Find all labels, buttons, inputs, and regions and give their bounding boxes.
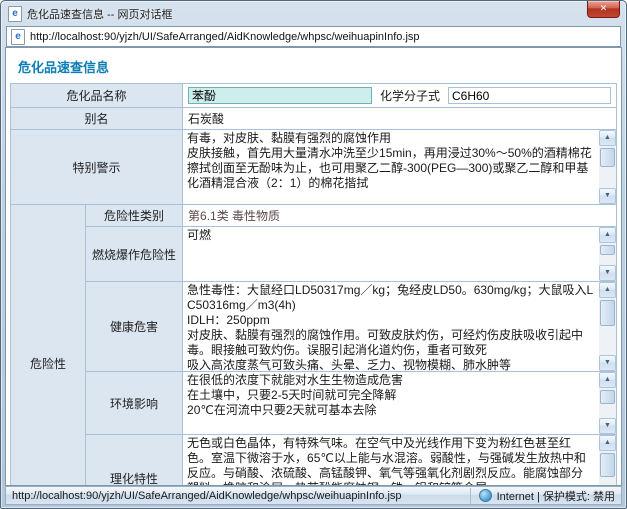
hazard-class-label: 危险性类别 bbox=[86, 205, 183, 227]
address-bar: e http://localhost:90/yjzh/UI/SafeArrang… bbox=[1, 24, 626, 49]
table-row: 特别警示 有毒，对皮肤、黏膜有强烈的腐蚀作用 皮肤接触，首先用大量清水冲洗至少1… bbox=[11, 130, 617, 205]
scroll-up-icon[interactable]: ▲ bbox=[599, 282, 616, 298]
scrollbar-thumb[interactable] bbox=[600, 453, 615, 477]
zone-text: Internet | 保护模式: 禁用 bbox=[497, 488, 615, 504]
health-hazard-label: 健康危害 bbox=[86, 282, 183, 372]
page-icon: e bbox=[11, 29, 25, 45]
status-bar: http://localhost:90/yjzh/UI/SafeArranged… bbox=[5, 486, 622, 505]
dialog-window: e 危化品速查信息 -- 网页对话框 ✕ e http://localhost:… bbox=[0, 0, 627, 509]
table-row: 燃烧爆作危险性 可燃 ▲ ▼ bbox=[11, 227, 617, 282]
scrollbar-track[interactable] bbox=[599, 388, 616, 418]
scrollbar-track[interactable] bbox=[599, 298, 616, 355]
cell-scrollbar[interactable]: ▲ ▼ bbox=[599, 372, 616, 434]
alias-value: 石炭酸 bbox=[183, 108, 617, 130]
chemical-name-label: 危化品名称 bbox=[11, 84, 183, 108]
table-row: 危险性 危险性类别 第6.1类 毒性物质 bbox=[11, 205, 617, 227]
cell-scrollbar[interactable]: ▲ ▼ bbox=[599, 435, 616, 486]
alias-label: 别名 bbox=[11, 108, 183, 130]
formula-input[interactable] bbox=[448, 87, 611, 104]
table-row: 别名 石炭酸 bbox=[11, 108, 617, 130]
address-url: http://localhost:90/yjzh/UI/SafeArranged… bbox=[30, 31, 420, 43]
special-warning-value: 有毒，对皮肤、黏膜有强烈的腐蚀作用 皮肤接触，首先用大量清水冲洗至少15min，… bbox=[183, 130, 599, 204]
scroll-up-icon[interactable]: ▲ bbox=[599, 227, 616, 243]
scrollbar-thumb[interactable] bbox=[600, 148, 615, 167]
scroll-up-icon[interactable]: ▲ bbox=[599, 130, 616, 146]
scroll-down-icon[interactable]: ▼ bbox=[599, 265, 616, 281]
dialog-title: 危化品速查信息 -- 网页对话框 bbox=[27, 6, 622, 22]
cell-scrollbar[interactable]: ▲ ▼ bbox=[599, 282, 616, 371]
chemical-info-table: 危化品名称 化学分子式 别名 石炭酸 特别警示 有毒，对皮肤、黏膜有强烈 bbox=[10, 83, 617, 486]
scrollbar-thumb[interactable] bbox=[600, 300, 615, 326]
cell-scrollbar[interactable]: ▲ ▼ bbox=[599, 227, 616, 281]
hazard-class-value: 第6.1类 毒性物质 bbox=[183, 205, 617, 227]
physchem-value: 无色或白色晶体，有特殊气味。在空气中及光线作用下变为粉红色甚至红色。室温下微溶于… bbox=[183, 435, 599, 486]
hazard-group-label: 危险性 bbox=[11, 205, 86, 487]
page-title: 危化品速查信息 bbox=[6, 48, 621, 83]
environment-label: 环境影响 bbox=[86, 372, 183, 435]
scroll-down-icon[interactable]: ▼ bbox=[599, 188, 616, 204]
status-url: http://localhost:90/yjzh/UI/SafeArranged… bbox=[12, 490, 464, 502]
close-button[interactable]: ✕ bbox=[587, 1, 620, 18]
table-row: 危化品名称 化学分子式 bbox=[11, 84, 617, 108]
flammable-label: 燃烧爆作危险性 bbox=[86, 227, 183, 282]
chemical-name-input[interactable] bbox=[188, 87, 372, 104]
address-field: e http://localhost:90/yjzh/UI/SafeArrang… bbox=[6, 26, 621, 47]
formula-label: 化学分子式 bbox=[380, 87, 440, 104]
title-bar: e 危化品速查信息 -- 网页对话框 ✕ bbox=[1, 1, 626, 24]
flammable-value: 可燃 bbox=[183, 227, 599, 281]
scroll-up-icon[interactable]: ▲ bbox=[599, 372, 616, 388]
security-zone: Internet | 保护模式: 禁用 bbox=[470, 488, 615, 504]
environment-value: 在很低的浓度下就能对水生生物造成危害 在土壤中，只要2-5天时间就可完全降解 2… bbox=[183, 372, 599, 434]
scroll-down-icon[interactable]: ▼ bbox=[599, 418, 616, 434]
table-row: 环境影响 在很低的浓度下就能对水生生物造成危害 在土壤中，只要2-5天时间就可完… bbox=[11, 372, 617, 435]
scrollbar-track[interactable] bbox=[599, 146, 616, 188]
physchem-label: 理化特性 bbox=[86, 435, 183, 487]
dialog-icon: e bbox=[8, 6, 22, 22]
page-content: 危化品速查信息 危化品名称 化学分子式 别名 石炭酸 特别警示 bbox=[5, 47, 622, 486]
special-warning-label: 特别警示 bbox=[11, 130, 183, 205]
scrollbar-thumb[interactable] bbox=[600, 245, 615, 255]
scroll-up-icon[interactable]: ▲ bbox=[599, 435, 616, 451]
table-row: 健康危害 急性毒性：大鼠经口LD50317mg／kg；兔经皮LD50。630mg… bbox=[11, 282, 617, 372]
scroll-down-icon[interactable]: ▼ bbox=[599, 355, 616, 371]
health-hazard-value: 急性毒性：大鼠经口LD50317mg／kg；兔经皮LD50。630mg/kg；大… bbox=[183, 282, 599, 371]
scrollbar-thumb[interactable] bbox=[600, 390, 615, 404]
table-row: 理化特性 无色或白色晶体，有特殊气味。在空气中及光线作用下变为粉红色甚至红色。室… bbox=[11, 435, 617, 487]
internet-zone-icon bbox=[479, 489, 492, 502]
scrollbar-track[interactable] bbox=[599, 451, 616, 486]
cell-scrollbar[interactable]: ▲ ▼ bbox=[599, 130, 616, 204]
scrollbar-track[interactable] bbox=[599, 243, 616, 265]
